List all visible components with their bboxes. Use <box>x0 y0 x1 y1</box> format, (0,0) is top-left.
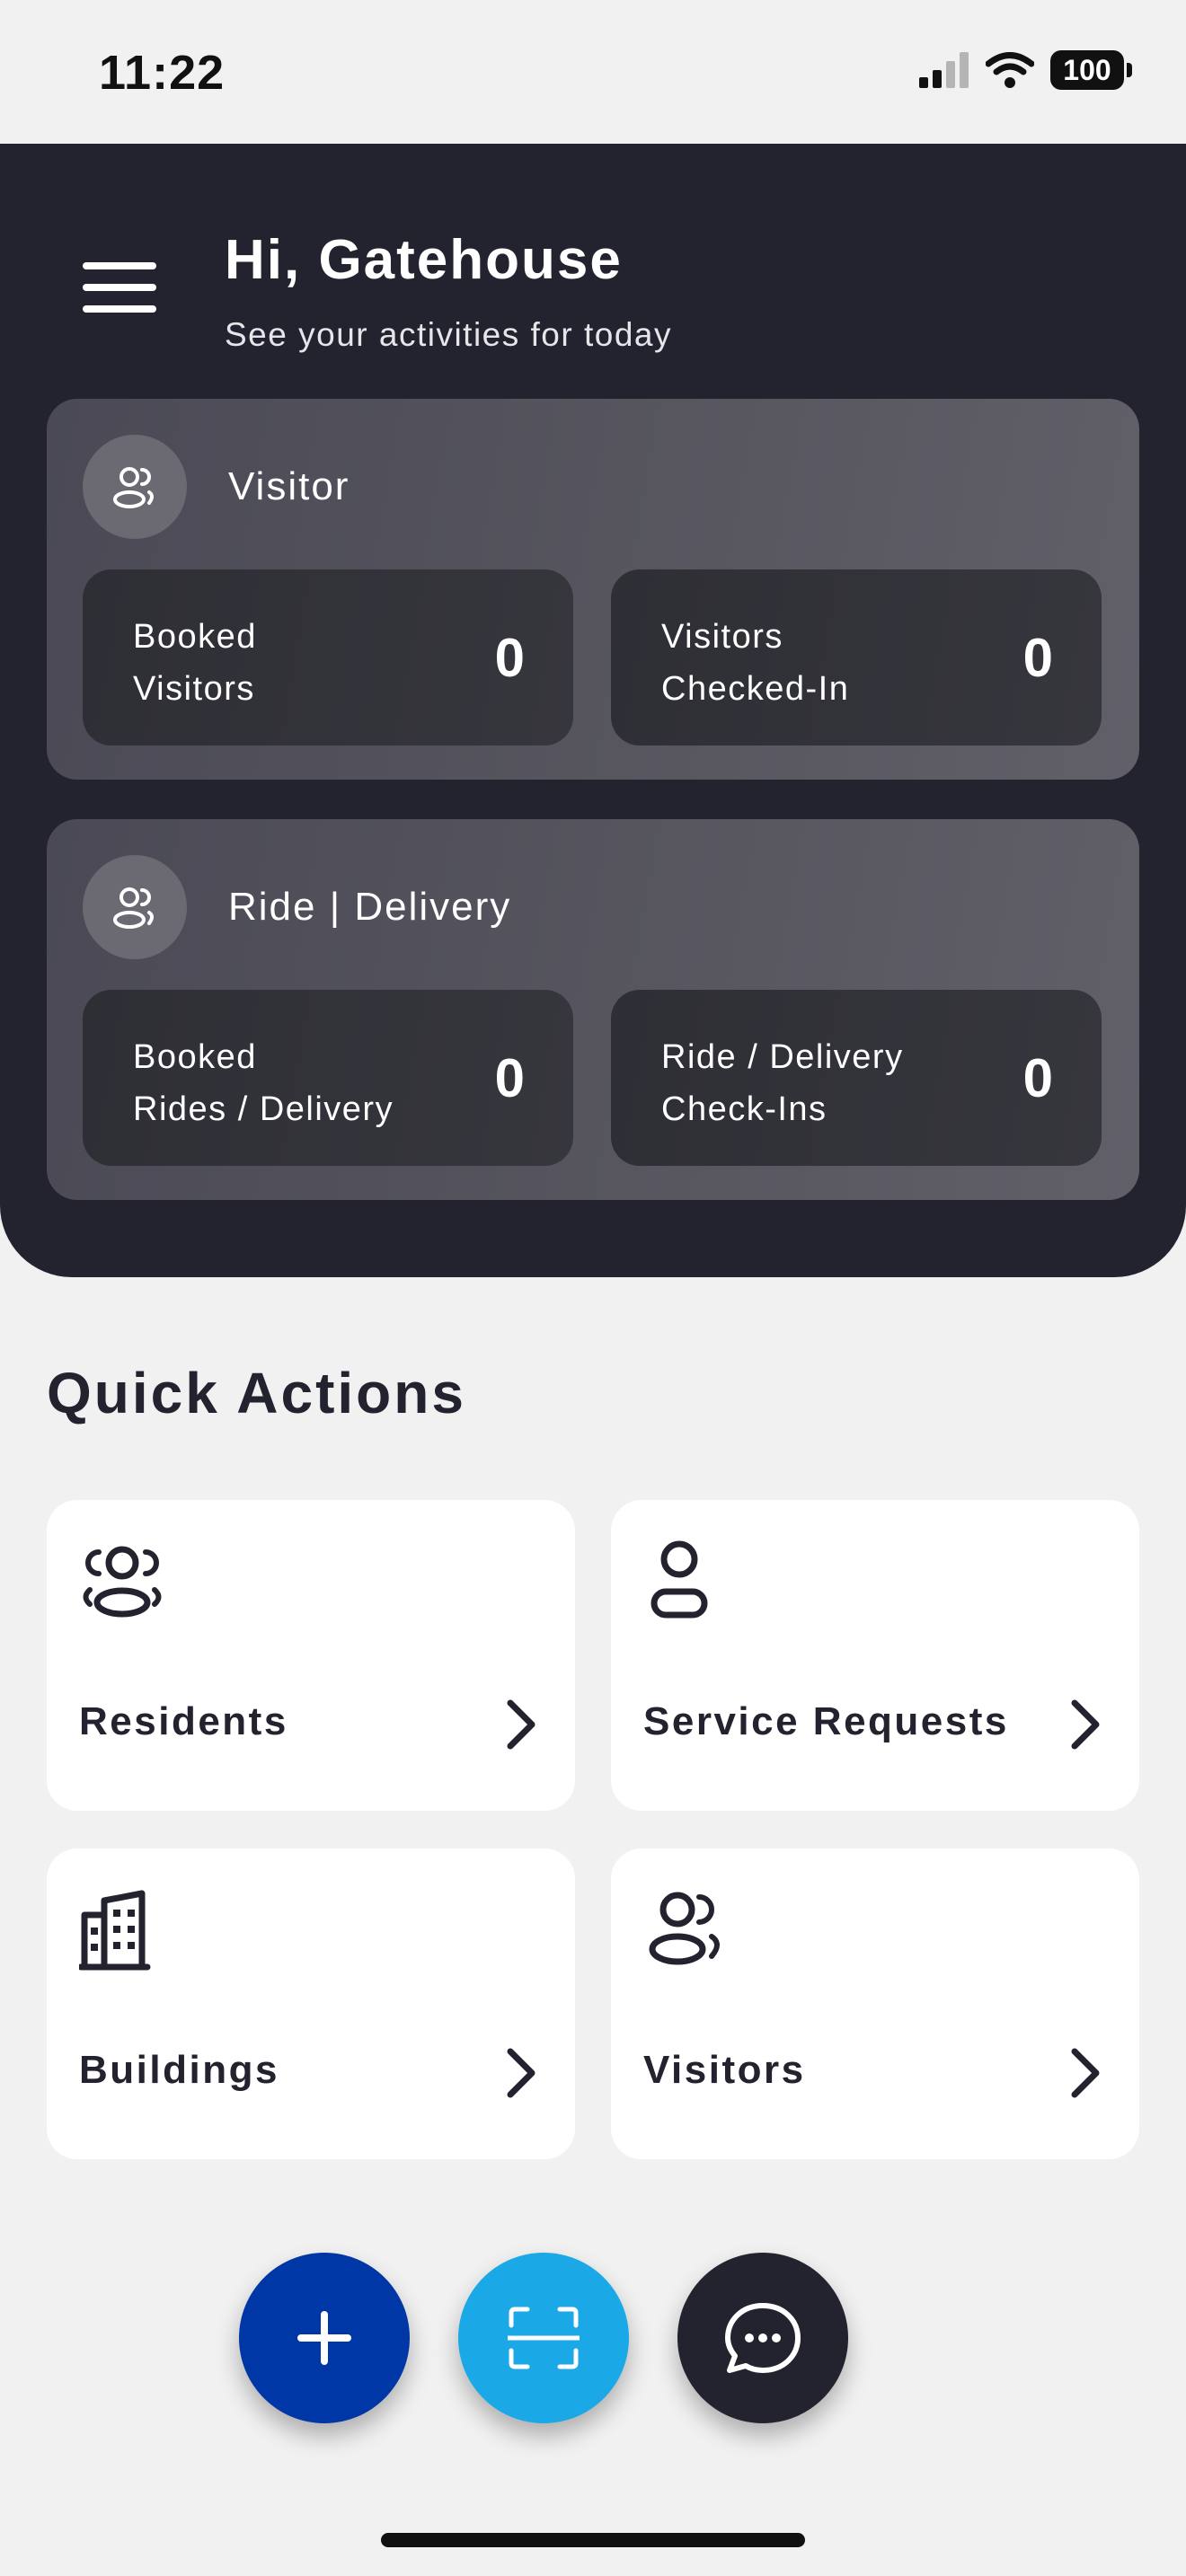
ride-delivery-check-ins-stat[interactable]: Ride / Delivery Check-Ins 0 <box>611 990 1102 1166</box>
residents-icon <box>83 1546 162 1618</box>
quick-action-residents[interactable]: Residents <box>47 1500 575 1811</box>
chevron-right-icon <box>1071 2048 1100 2098</box>
chevron-right-icon <box>507 2048 535 2098</box>
scan-button[interactable] <box>458 2253 629 2423</box>
chevron-right-icon <box>1071 1699 1100 1750</box>
stat-value: 0 <box>494 1048 525 1108</box>
quick-actions-title: Quick Actions <box>47 1361 466 1425</box>
visitor-summary-card: Visitor Booked Visitors 0 Visitors Check… <box>47 399 1139 780</box>
quick-action-visitors[interactable]: Visitors <box>611 1848 1139 2159</box>
status-bar: 11:22 100 <box>0 0 1186 144</box>
ride-delivery-summary-card: Ride | Delivery Booked Rides / Delivery … <box>47 819 1139 1200</box>
card-header: Ride | Delivery <box>83 855 511 959</box>
visitors-icon <box>83 855 187 959</box>
person-icon <box>651 1540 708 1619</box>
scan-icon <box>508 2307 580 2369</box>
quick-action-service-requests[interactable]: Service Requests <box>611 1500 1139 1811</box>
status-icons: 100 <box>917 50 1132 90</box>
status-time: 11:22 <box>99 46 226 100</box>
tile-label: Visitors <box>643 2048 806 2092</box>
tile-label: Buildings <box>79 2048 279 2092</box>
add-button[interactable] <box>239 2253 410 2423</box>
quick-action-buildings[interactable]: Buildings <box>47 1848 575 2159</box>
stat-value: 0 <box>1022 628 1053 688</box>
visitors-icon <box>83 435 187 539</box>
building-icon <box>79 1890 151 1971</box>
stat-label: Booked Rides / Delivery <box>133 1038 394 1128</box>
booked-rides-delivery-stat[interactable]: Booked Rides / Delivery 0 <box>83 990 573 1166</box>
battery-level: 100 <box>1050 50 1124 90</box>
stat-label: Ride / Delivery Check-Ins <box>661 1038 904 1128</box>
tile-label: Service Requests <box>643 1699 1009 1743</box>
plus-icon <box>297 2311 351 2365</box>
tile-label: Residents <box>79 1699 288 1743</box>
stat-label: Visitors Checked-In <box>661 618 850 708</box>
menu-button[interactable] <box>83 262 156 313</box>
chat-icon <box>725 2303 801 2373</box>
stat-value: 0 <box>1022 1048 1053 1108</box>
card-title: Visitor <box>228 464 350 508</box>
chevron-right-icon <box>507 1699 535 1750</box>
visitors-checked-in-stat[interactable]: Visitors Checked-In 0 <box>611 569 1102 745</box>
stat-label: Booked Visitors <box>133 618 257 708</box>
card-title: Ride | Delivery <box>228 885 512 929</box>
card-header: Visitor <box>83 435 350 539</box>
signal-icon <box>919 52 969 88</box>
greeting-subtitle: See your activities for today <box>225 316 672 353</box>
home-indicator <box>381 2533 805 2547</box>
visitors-icon <box>649 1892 720 1965</box>
menu-icon <box>83 262 156 269</box>
chat-button[interactable] <box>677 2253 848 2423</box>
stat-value: 0 <box>494 628 525 688</box>
wifi-icon <box>986 52 1034 88</box>
booked-visitors-stat[interactable]: Booked Visitors 0 <box>83 569 573 745</box>
battery-icon: 100 <box>1050 50 1132 90</box>
greeting-title: Hi, Gatehouse <box>225 229 623 291</box>
